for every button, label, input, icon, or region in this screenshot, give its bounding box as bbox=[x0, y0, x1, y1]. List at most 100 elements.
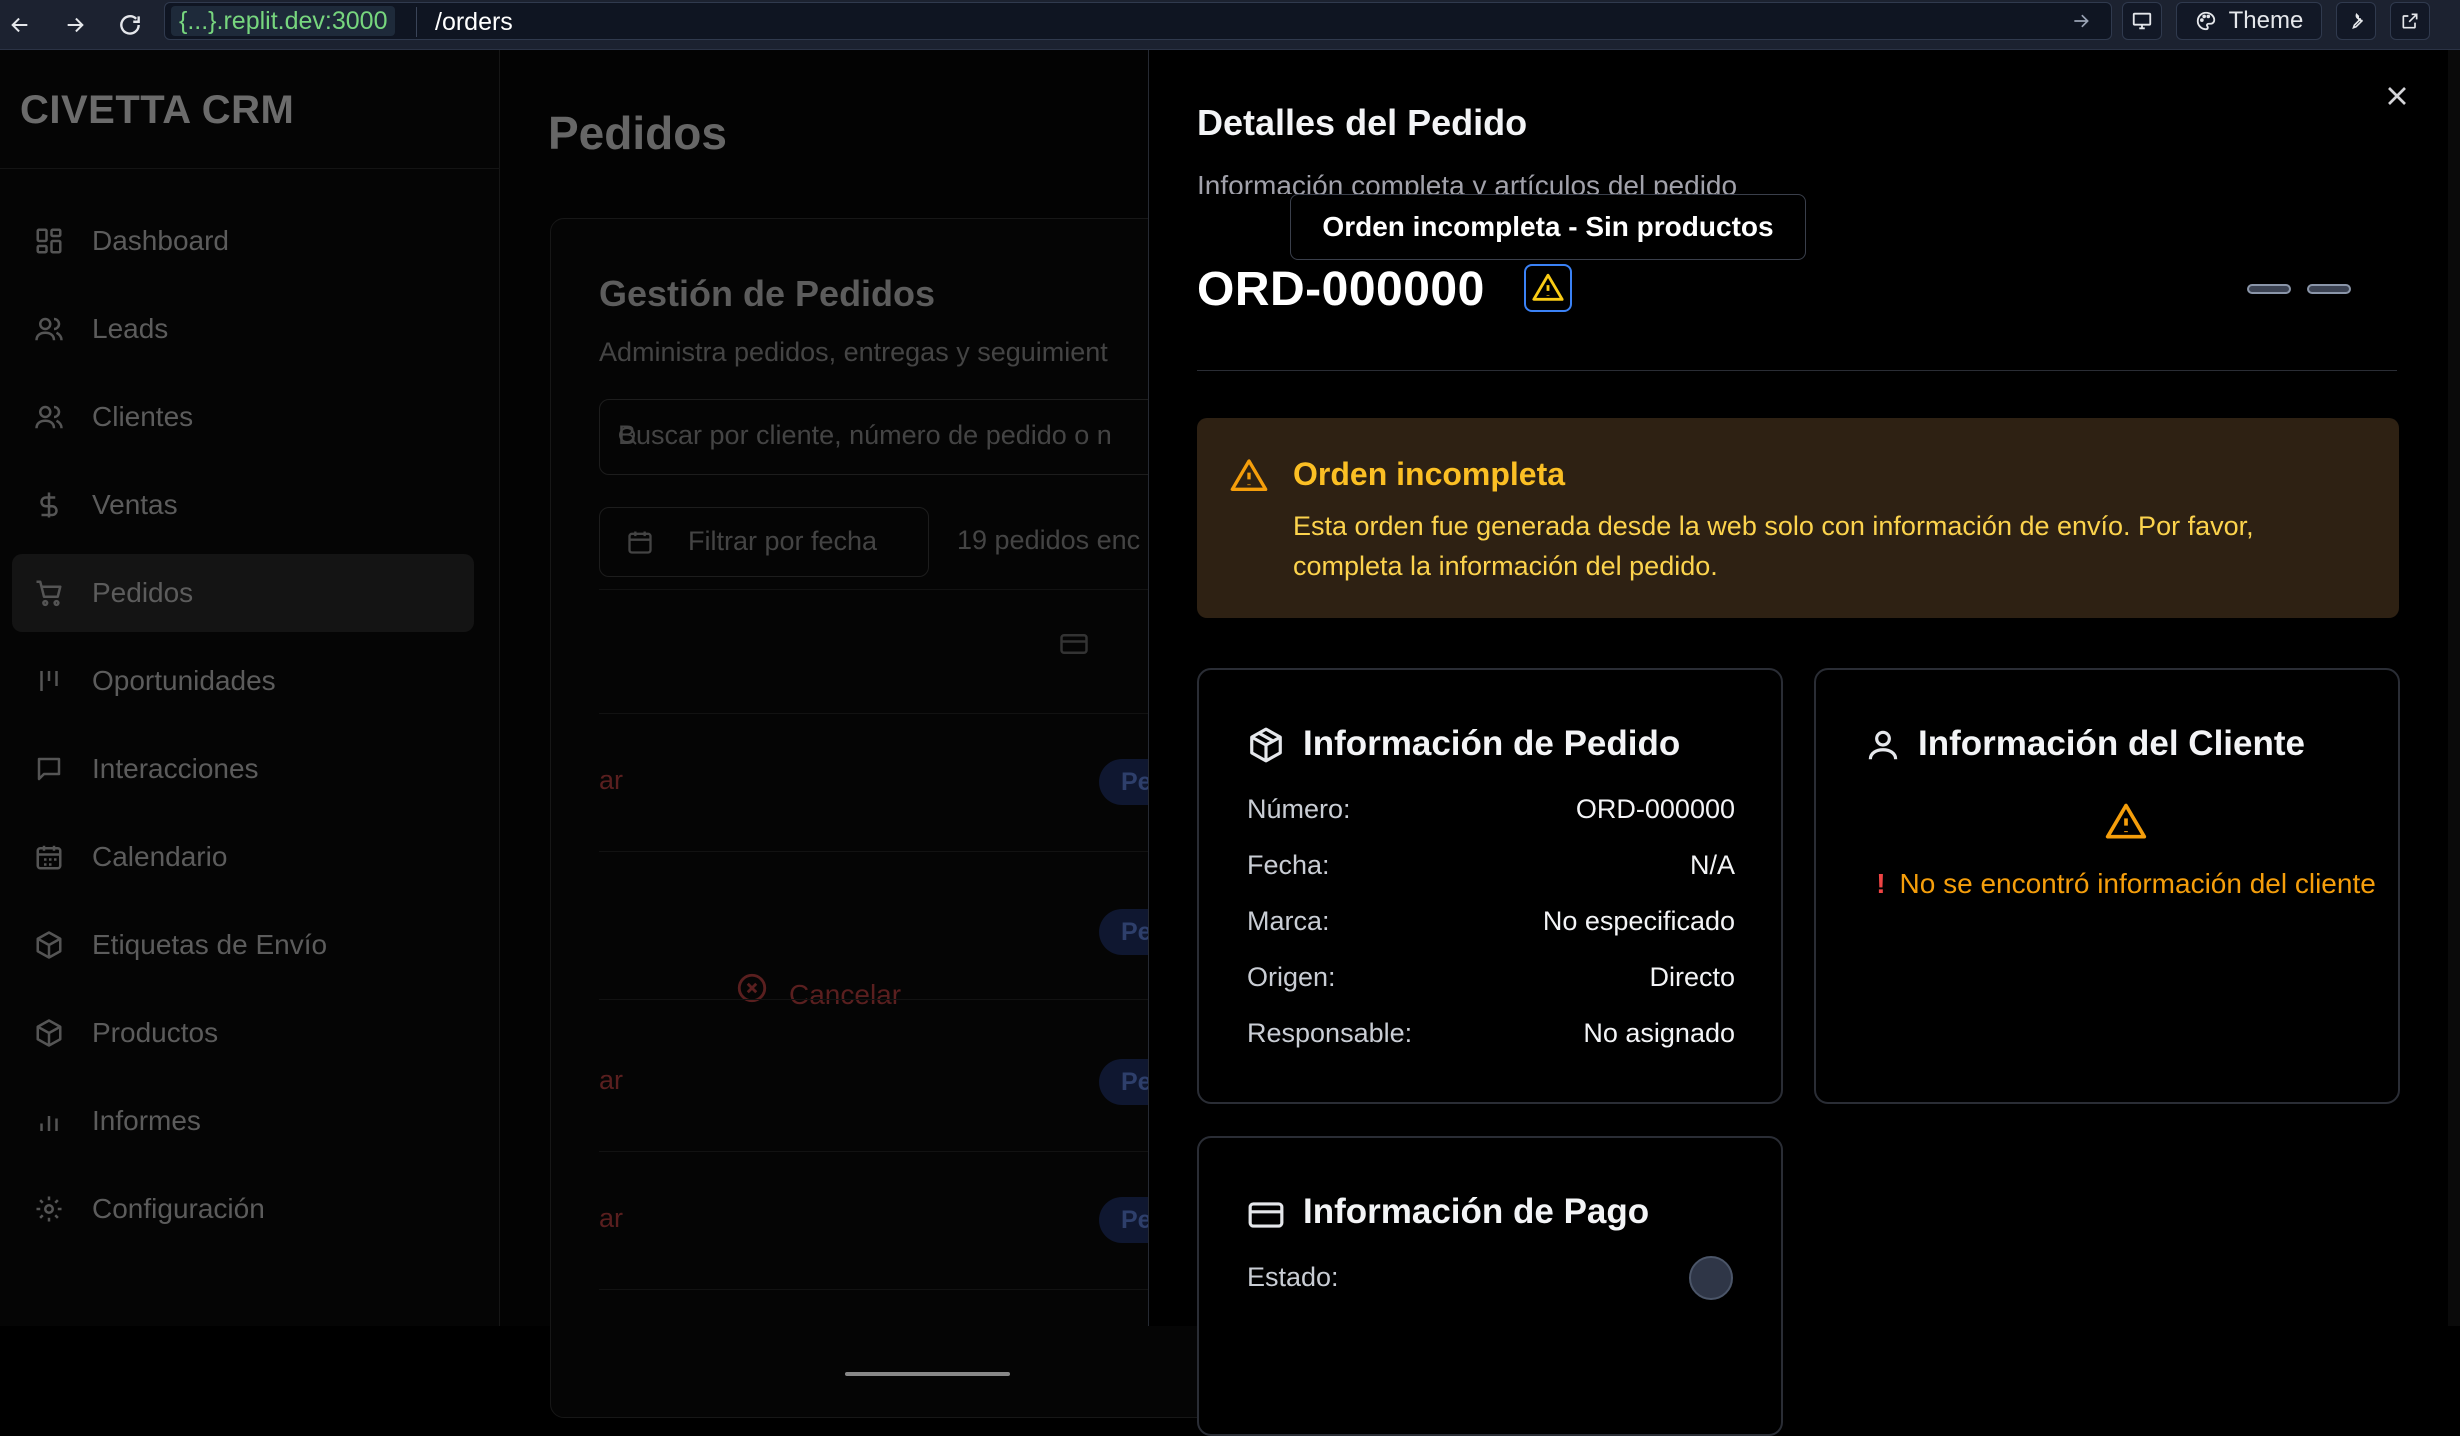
back-icon[interactable] bbox=[0, 6, 40, 44]
payment-status-indicator bbox=[1689, 1256, 1733, 1300]
forward-icon[interactable] bbox=[55, 6, 95, 44]
order-count: 19 pedidos enc bbox=[957, 525, 1141, 555]
row-action-link[interactable]: ar bbox=[599, 1203, 623, 1234]
sidebar-item-informes[interactable]: Informes bbox=[12, 1082, 474, 1160]
close-icon[interactable] bbox=[2381, 80, 2417, 116]
order-number-heading: ORD-000000 bbox=[1197, 263, 1485, 316]
sidebar-item-ventas[interactable]: Ventas bbox=[12, 466, 474, 544]
row-action-link[interactable]: ar bbox=[599, 1065, 623, 1096]
indicator-pill bbox=[2307, 284, 2351, 294]
sidebar: CIVETTA CRM Dashboard Leads Clientes Ventas… bbox=[0, 50, 500, 1326]
customer-info-title: Información del Cliente bbox=[1918, 724, 2305, 763]
credit-card-icon bbox=[1059, 629, 1089, 659]
card-description: Administra pedidos, entregas y seguimien… bbox=[599, 337, 1108, 367]
dollar-icon bbox=[34, 490, 64, 520]
payment-status-row: Estado: bbox=[1247, 1262, 1339, 1292]
sidebar-item-interacciones[interactable]: Interacciones bbox=[12, 730, 474, 808]
brand-logo: CIVETTA CRM bbox=[20, 88, 295, 132]
payment-info-title: Información de Pago bbox=[1303, 1192, 1650, 1231]
bars-icon bbox=[34, 666, 64, 696]
sidebar-item-label: Interacciones bbox=[92, 753, 259, 784]
url-bar[interactable]: {...}.replit.dev:3000 /orders bbox=[164, 2, 2112, 40]
package-icon bbox=[34, 1018, 64, 1048]
cart-icon bbox=[34, 578, 64, 608]
reload-icon[interactable] bbox=[110, 6, 150, 44]
devices-icon[interactable] bbox=[2122, 2, 2162, 40]
order-details-sheet: Detalles del Pedido Información completa… bbox=[1148, 50, 2448, 1436]
users-icon bbox=[34, 314, 64, 344]
exclamation-icon: ! bbox=[1876, 868, 1886, 899]
order-owner-row: Responsable: No asignado bbox=[1247, 1018, 1735, 1048]
order-brand-row: Marca: No especificado bbox=[1247, 906, 1735, 936]
calendar-icon bbox=[34, 842, 64, 872]
chart-icon bbox=[34, 1106, 64, 1136]
horizontal-scrollbar[interactable] bbox=[845, 1372, 1010, 1376]
dialog-title: Detalles del Pedido bbox=[1197, 102, 1528, 143]
order-date-row: Fecha: N/A bbox=[1247, 850, 1735, 880]
users-icon bbox=[34, 402, 64, 432]
alert-message: Esta orden fue generada desde la web sol… bbox=[1293, 511, 2254, 581]
date-filter-label: Filtrar por fecha bbox=[688, 526, 878, 556]
row-action-link[interactable]: ar bbox=[599, 765, 623, 796]
incomplete-warning-button[interactable] bbox=[1524, 264, 1572, 312]
customer-missing-message: ! No se encontró información del cliente bbox=[1876, 868, 2376, 899]
url-path: /orders bbox=[435, 8, 513, 36]
sidebar-item-configuraci-n[interactable]: Configuración bbox=[12, 1170, 474, 1248]
customer-info-card: Información del Cliente ! No se encontró … bbox=[1814, 668, 2400, 1104]
sidebar-item-leads[interactable]: Leads bbox=[12, 290, 474, 368]
theme-label: Theme bbox=[2228, 7, 2304, 34]
gear-icon bbox=[34, 1194, 64, 1224]
sidebar-item-label: Oportunidades bbox=[92, 665, 276, 696]
cancel-order-button[interactable]: Cancelar bbox=[789, 979, 901, 1011]
search-input[interactable]: Buscar por cliente, número de pedido o n bbox=[599, 399, 1239, 475]
sidebar-item-label: Etiquetas de Envío bbox=[92, 929, 328, 960]
url-host: {...}.replit.dev:3000 bbox=[171, 6, 396, 36]
orders-card: Gestión de Pedidos Administra pedidos, e… bbox=[550, 218, 1299, 1418]
date-filter-button[interactable]: Filtrar por fecha bbox=[599, 507, 929, 577]
order-number-row: Número: ORD-000000 bbox=[1247, 794, 1735, 824]
sidebar-item-label: Leads bbox=[92, 313, 169, 344]
page-title: Pedidos bbox=[548, 107, 727, 159]
sidebar-item-oportunidades[interactable]: Oportunidades bbox=[12, 642, 474, 720]
external-link-icon[interactable] bbox=[2390, 2, 2430, 40]
dialog-subtitle: Información completa y artículos del ped… bbox=[1197, 170, 1738, 194]
sidebar-item-label: Ventas bbox=[92, 489, 178, 520]
theme-button[interactable]: Theme bbox=[2176, 2, 2322, 40]
user-icon bbox=[1864, 726, 1902, 764]
browser-toolbar: {...}.replit.dev:3000 /orders Theme bbox=[0, 0, 2460, 50]
sidebar-item-label: Configuración bbox=[92, 1193, 265, 1224]
card-title: Gestión de Pedidos bbox=[599, 273, 936, 314]
tooltip: Orden incompleta - Sin productos bbox=[1290, 194, 1806, 260]
credit-card-icon bbox=[1247, 1196, 1285, 1234]
calendar-icon bbox=[626, 528, 654, 556]
indicator-pill bbox=[2247, 284, 2291, 294]
warning-icon bbox=[2104, 800, 2148, 844]
warning-icon bbox=[1531, 271, 1565, 305]
palette-icon bbox=[2195, 10, 2217, 32]
sidebar-item-pedidos[interactable]: Pedidos bbox=[12, 554, 474, 632]
sidebar-item-label: Calendario bbox=[92, 841, 228, 872]
sidebar-item-calendario[interactable]: Calendario bbox=[12, 818, 474, 896]
incomplete-order-alert: Orden incompleta Esta orden fue generada… bbox=[1197, 418, 2399, 618]
grid-icon bbox=[34, 226, 64, 256]
wrench-icon[interactable] bbox=[2336, 2, 2376, 40]
warning-icon bbox=[1229, 456, 1269, 496]
sidebar-item-label: Clientes bbox=[92, 401, 194, 432]
alert-title: Orden incompleta bbox=[1293, 456, 1566, 492]
sidebar-item-label: Productos bbox=[92, 1017, 219, 1048]
payment-info-card: Información de Pago Estado: bbox=[1197, 1136, 1783, 1436]
order-info-title: Información de Pedido bbox=[1303, 724, 1681, 763]
sidebar-item-etiquetas-de-env-o[interactable]: Etiquetas de Envío bbox=[12, 906, 474, 984]
search-placeholder: Buscar por cliente, número de pedido o n bbox=[618, 420, 1112, 450]
sidebar-item-label: Informes bbox=[92, 1105, 201, 1136]
sidebar-item-label: Dashboard bbox=[92, 225, 229, 256]
order-origin-row: Origen: Directo bbox=[1247, 962, 1735, 992]
sidebar-item-dashboard[interactable]: Dashboard bbox=[12, 202, 474, 280]
sidebar-item-label: Pedidos bbox=[92, 577, 194, 608]
sidebar-item-clientes[interactable]: Clientes bbox=[12, 378, 474, 456]
vertical-scrollbar[interactable] bbox=[2448, 50, 2460, 1326]
message-icon bbox=[34, 754, 64, 784]
go-arrow-icon[interactable] bbox=[2071, 11, 2091, 31]
sidebar-item-productos[interactable]: Productos bbox=[12, 994, 474, 1072]
package-icon bbox=[34, 930, 64, 960]
